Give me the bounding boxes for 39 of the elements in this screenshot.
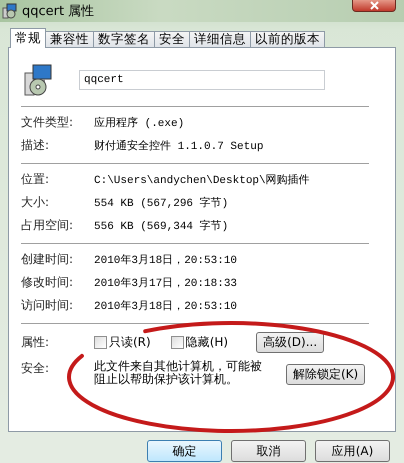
field-label: 访问时间: [21,297,74,314]
field-label: 大小: [21,194,50,211]
tab[interactable]: 常规 [10,28,46,48]
window-title: qqcert 属性 [22,3,94,20]
tab[interactable]: 数字签名 [93,31,155,48]
field-value: 554 KB (567,296 字节) [94,196,230,210]
dialog-button[interactable]: 应用(A) [315,440,390,462]
tab[interactable]: 详细信息 [189,31,251,48]
field-value: C:\Users\andychen\Desktop\网购插件 [94,173,311,187]
field-label: 描述: [21,137,50,154]
field-value: 2010年3月17日，20:18:33 [94,276,238,290]
field-label: 占用空间: [21,217,74,234]
dialog-button[interactable]: 确定 [147,440,222,462]
checkbox[interactable] [170,336,184,348]
field-value: 应用程序 (.exe) [94,116,186,130]
close-icon [370,0,378,10]
unblock-button[interactable]: 解除锁定(K) [286,364,366,384]
checkbox-label: 只读(R) [109,334,151,350]
field-label: 修改时间: [21,274,74,291]
field-value: 2010年3月18日，20:53:10 [94,299,238,313]
advanced-button[interactable]: 高级(D)... [256,332,324,352]
field-value: 财付通安全控件 1.1.0.7 Setup [94,138,264,153]
checkbox[interactable] [94,336,107,348]
field-value: 556 KB (569,344 字节) [94,218,230,233]
name-field[interactable]: qqcert [79,70,325,90]
field-label: 属性: [21,334,50,350]
field-label: 文件类型: [21,114,74,131]
tab[interactable]: 兼容性 [45,31,94,48]
field-label: 位置: [21,171,50,188]
checkbox-label: 隐藏(H) [186,334,228,350]
field-label: 安全: [21,360,50,377]
tab[interactable]: 以前的版本 [250,31,325,48]
dialog-button[interactable]: 取消 [231,440,306,462]
field-label: 创建时间: [21,251,74,268]
installer-icon [2,3,18,19]
security-note: 此文件来自其他计算机，可能被阻止以帮助保护该计算机。 [94,360,263,386]
tab[interactable]: 安全 [154,31,190,48]
field-value: 2010年3月18日，20:53:10 [94,253,238,267]
close-button[interactable] [352,0,396,12]
